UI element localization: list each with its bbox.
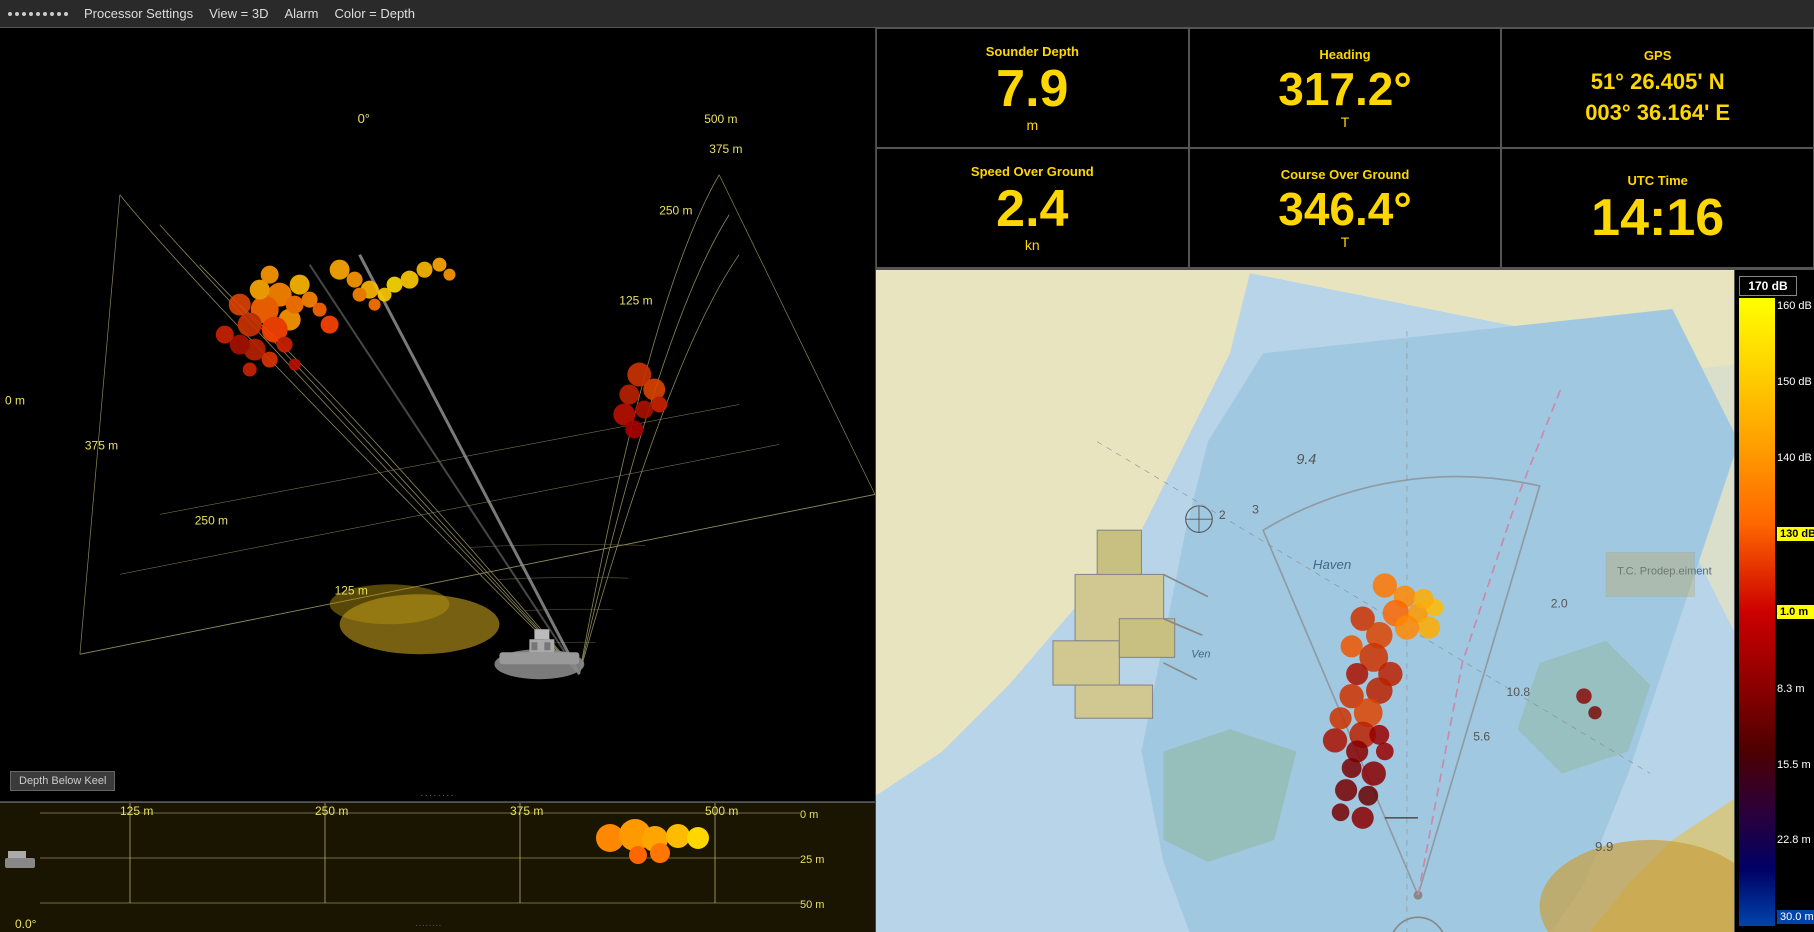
svg-text:250 m: 250 m [195,513,228,527]
svg-text:0 m: 0 m [800,809,818,821]
sounder-depth-value: 7.9 [996,63,1068,115]
heading-cell: Heading 317.2° T [1189,28,1502,148]
scale-top-label: 170 dB [1739,276,1797,296]
svg-text:9.4: 9.4 [1296,452,1316,468]
svg-text:50 m: 50 m [800,899,824,911]
scale-130db-label: 130 dB [1777,527,1814,541]
sonar-strip-view: 125 m 250 m 375 m 500 m 0 m 25 m 50 m [0,802,876,932]
nautical-chart[interactable]: 9.4 2 3 10.8 5.6 2.0 9.9 Haven T.C. Prod… [876,270,1814,932]
svg-text:375 m: 375 m [85,438,118,452]
svg-text:125 m: 125 m [619,294,652,308]
svg-text:0 m: 0 m [5,394,25,408]
svg-text:0.0°: 0.0° [15,917,37,931]
resize-handle[interactable]: ········ [420,790,455,801]
svg-text:250 m: 250 m [659,204,692,218]
utc-label: UTC Time [1627,173,1687,188]
svg-text:125 m: 125 m [120,804,153,818]
speed-value: 2.4 [996,183,1068,235]
svg-text:25 m: 25 m [800,854,824,866]
svg-text:500 m: 500 m [704,112,737,126]
scale-30m-label: 30.0 m [1777,910,1814,924]
svg-text:3: 3 [1252,503,1259,517]
app-icon [8,12,68,16]
speed-unit: kn [1025,237,1040,253]
gps-line2: 003° 36.164' E [1585,98,1730,129]
depth-below-keel-button[interactable]: Depth Below Keel [10,771,115,791]
top-bar: Processor Settings View = 3D Alarm Color… [0,0,1814,28]
svg-text:Haven: Haven [1313,557,1351,572]
color-menu[interactable]: Color = Depth [334,6,415,21]
course-value: 346.4° [1278,186,1412,232]
course-label: Course Over Ground [1281,167,1410,182]
svg-text:2: 2 [1219,508,1226,522]
instrument-panel: Sounder Depth 7.9 m Heading 317.2° T GPS… [876,28,1814,270]
course-unit: T [1341,234,1350,250]
color-scale-panel: 170 dB 160 dB 150 dB 140 dB 130 dB 1.0 m… [1734,270,1814,932]
svg-text:250 m: 250 m [315,804,348,818]
svg-text:5.6: 5.6 [1473,729,1490,743]
sounder-depth-cell: Sounder Depth 7.9 m [876,28,1189,148]
scale-1m-label: 1.0 m [1777,605,1814,619]
svg-text:9.9: 9.9 [1595,839,1613,854]
svg-text:········: ········ [415,920,442,931]
svg-text:0°: 0° [358,111,370,126]
view-menu[interactable]: View = 3D [209,6,268,21]
alarm-menu[interactable]: Alarm [285,6,319,21]
svg-text:Ven: Ven [1191,648,1210,660]
heading-label: Heading [1319,47,1370,62]
course-cell: Course Over Ground 346.4° T [1189,148,1502,268]
chart-map-area[interactable]: 9.4 2 3 10.8 5.6 2.0 9.9 Haven T.C. Prod… [876,270,1814,932]
sounder-depth-unit: m [1026,117,1038,133]
svg-text:375 m: 375 m [709,142,742,156]
svg-text:2.0: 2.0 [1551,597,1568,611]
gps-label: GPS [1644,48,1671,63]
gps-line1: 51° 26.405' N [1591,67,1725,98]
processor-settings-menu[interactable]: Processor Settings [84,6,193,21]
speed-cell: Speed Over Ground 2.4 kn [876,148,1189,268]
heading-unit: T [1341,114,1350,130]
svg-text:375 m: 375 m [510,804,543,818]
utc-value: 14:16 [1591,192,1724,244]
speed-label: Speed Over Ground [971,164,1094,179]
svg-text:10.8: 10.8 [1506,685,1530,699]
svg-text:125 m: 125 m [335,583,368,597]
sounder-depth-label: Sounder Depth [986,44,1079,59]
svg-text:500 m: 500 m [705,804,738,818]
utc-cell: UTC Time 14:16 [1501,148,1814,268]
heading-value: 317.2° [1278,66,1412,112]
sonar-3d-view[interactable]: 0° 500 m 375 m 250 m 125 m 0 m 375 m 250… [0,28,876,802]
gps-cell: GPS 51° 26.405' N 003° 36.164' E [1501,28,1814,148]
